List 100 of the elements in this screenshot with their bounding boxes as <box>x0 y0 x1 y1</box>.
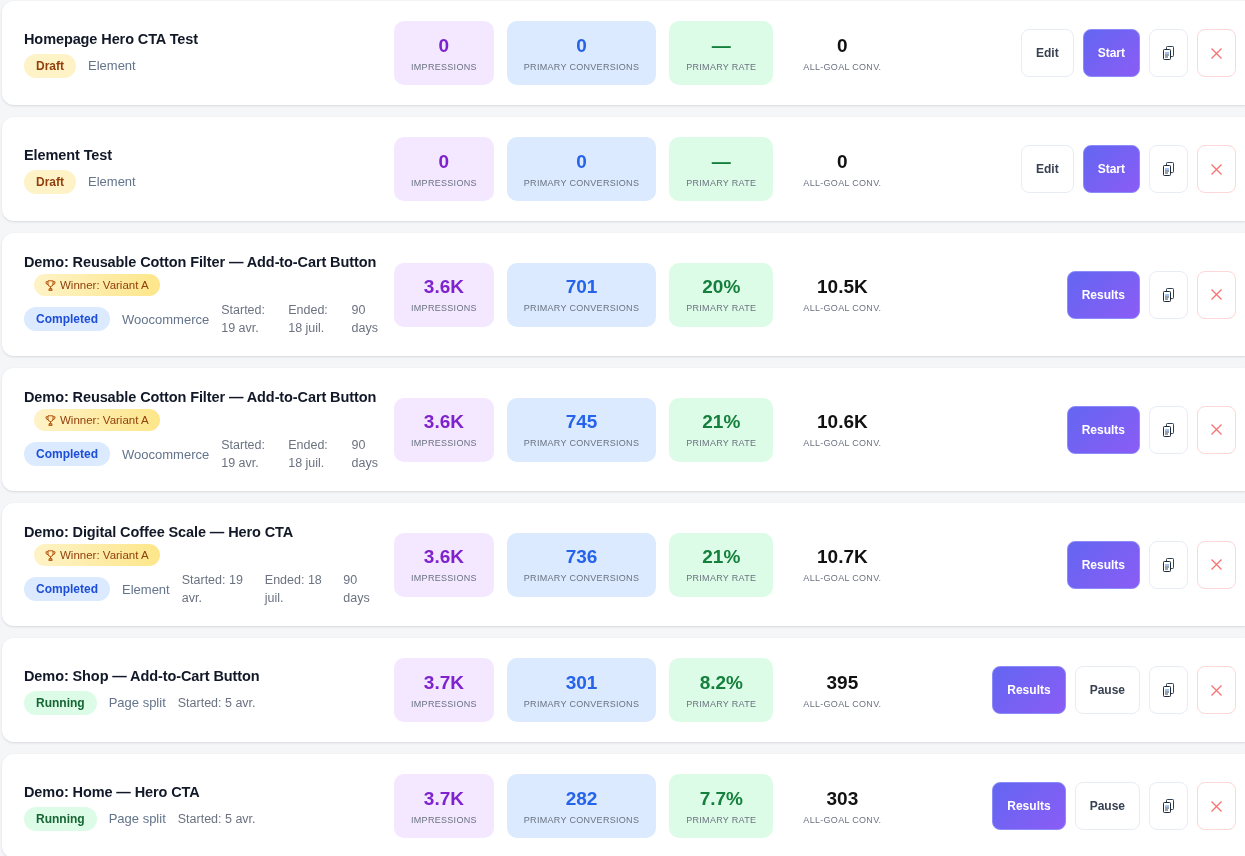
cross-icon <box>1211 559 1222 570</box>
status-badge: Running <box>24 806 97 831</box>
stat-value: 0 <box>576 33 587 58</box>
primary-button[interactable]: Start <box>1082 29 1140 77</box>
stat-value: 303 <box>826 786 859 811</box>
copy-button[interactable] <box>1149 270 1188 319</box>
cross-icon <box>1211 289 1222 300</box>
stat-label: PRIMARY RATE <box>686 437 757 449</box>
stat-label: PRIMARY CONVERSIONS <box>523 302 640 314</box>
copy-button[interactable] <box>1149 405 1188 454</box>
stat-value: 3.7K <box>423 670 464 695</box>
stat-value: — <box>711 33 731 58</box>
primary-button[interactable]: Results <box>1066 540 1140 589</box>
stat-value: 745 <box>565 410 598 434</box>
stat-value: 21% <box>702 545 741 569</box>
primary-button[interactable]: Results <box>1066 270 1140 319</box>
stat-label: ALL-GOAL CONV. <box>803 697 882 710</box>
stat-label: PRIMARY RATE <box>686 572 757 584</box>
stat-label: IMPRESSIONS <box>411 572 477 584</box>
secondary-button[interactable]: Pause <box>1074 782 1140 830</box>
date-text: 90 days <box>351 437 379 472</box>
copy-icon <box>1163 557 1174 572</box>
secondary-button[interactable]: Edit <box>1021 145 1074 193</box>
test-title: Demo: Reusable Cotton Filter — Add-to-Cart Button <box>24 388 377 407</box>
stat-value: 701 <box>565 275 598 299</box>
test-type: Element <box>88 174 136 189</box>
stat-value: 0 <box>837 149 848 174</box>
date-text: 90 days <box>343 572 371 607</box>
stat-value: 0 <box>837 33 848 58</box>
stat-label: PRIMARY CONVERSIONS <box>523 437 640 449</box>
stat-value: 736 <box>565 545 598 569</box>
test-type: Woocommerce <box>122 446 210 462</box>
test-type: Element <box>88 58 136 73</box>
primary-button[interactable]: Results <box>992 666 1066 714</box>
cross-icon <box>1211 684 1222 696</box>
test-title: Demo: Digital Coffee Scale — Hero CTA <box>24 523 294 542</box>
status-badge: Draft <box>24 169 76 194</box>
winner-label: Winner: Variant A <box>60 548 149 563</box>
trophy-icon <box>45 414 56 426</box>
status-badge: Running <box>24 690 97 715</box>
stat-value: 20% <box>702 275 741 299</box>
cross-icon <box>1211 424 1222 435</box>
stat-label: PRIMARY CONVERSIONS <box>523 697 640 710</box>
stat-value: — <box>711 149 731 174</box>
copy-button[interactable] <box>1149 145 1188 193</box>
stat-value: 0 <box>438 33 450 58</box>
stat-value: 10.7K <box>817 545 868 569</box>
status-badge: Completed <box>24 577 110 601</box>
secondary-button[interactable]: Pause <box>1074 666 1140 714</box>
stat-label: PRIMARY RATE <box>686 302 757 314</box>
cross-icon <box>1211 163 1222 175</box>
test-title: Homepage Hero CTA Test <box>24 29 198 49</box>
stat-label: ALL-GOAL CONV. <box>803 60 882 73</box>
stat-label: ALL-GOAL CONV. <box>803 302 882 314</box>
test-type: Page split <box>108 695 166 710</box>
copy-icon <box>1163 162 1174 176</box>
date-text: Started: 5 avr. <box>177 694 256 712</box>
test-title: Element Test <box>24 145 112 165</box>
copy-icon <box>1163 287 1174 302</box>
stat-label: ALL-GOAL CONV. <box>803 572 882 584</box>
stat-value: 3.7K <box>423 786 464 811</box>
stat-label: ALL-GOAL CONV. <box>803 813 882 826</box>
status-badge: Completed <box>24 442 110 466</box>
test-type: Page split <box>108 811 166 826</box>
stat-value: 8.2% <box>699 670 743 695</box>
stat-value: 0 <box>576 149 587 174</box>
stat-label: IMPRESSIONS <box>411 437 477 449</box>
stat-label: IMPRESSIONS <box>411 302 477 314</box>
copy-button[interactable] <box>1149 29 1188 77</box>
test-title: Demo: Shop — Add-to-Cart Button <box>24 666 260 686</box>
stat-label: IMPRESSIONS <box>411 176 477 189</box>
primary-button[interactable]: Results <box>1066 405 1140 454</box>
test-type: Woocommerce <box>122 311 210 327</box>
stat-label: PRIMARY CONVERSIONS <box>523 813 640 826</box>
winner-label: Winner: Variant A <box>60 278 149 293</box>
stat-value: 10.6K <box>817 410 868 434</box>
copy-icon <box>1163 46 1174 60</box>
test-type: Element <box>122 581 170 597</box>
date-text: Started: 5 avr. <box>177 810 256 828</box>
copy-button[interactable] <box>1149 782 1188 830</box>
stat-label: PRIMARY CONVERSIONS <box>523 60 640 73</box>
copy-button[interactable] <box>1149 540 1188 589</box>
copy-icon <box>1163 422 1174 437</box>
secondary-button[interactable]: Edit <box>1021 29 1074 77</box>
primary-button[interactable]: Results <box>992 782 1066 830</box>
test-title: Demo: Home — Hero CTA <box>24 782 200 802</box>
stat-label: ALL-GOAL CONV. <box>803 176 882 189</box>
trophy-icon <box>45 279 56 291</box>
winner-label: Winner: Variant A <box>60 413 149 428</box>
stat-label: PRIMARY CONVERSIONS <box>523 176 640 189</box>
stat-label: IMPRESSIONS <box>411 697 477 710</box>
stat-value: 7.7% <box>699 786 743 811</box>
stat-value: 282 <box>565 786 598 811</box>
primary-button[interactable]: Start <box>1082 145 1140 193</box>
date-text: Started: 19 avr. <box>181 572 244 607</box>
copy-button[interactable] <box>1149 666 1188 714</box>
stat-value: 3.6K <box>423 275 464 299</box>
stat-value: 10.5K <box>817 275 868 299</box>
date-text: Started: 19 avr. <box>221 302 266 337</box>
stat-label: PRIMARY RATE <box>686 813 757 826</box>
